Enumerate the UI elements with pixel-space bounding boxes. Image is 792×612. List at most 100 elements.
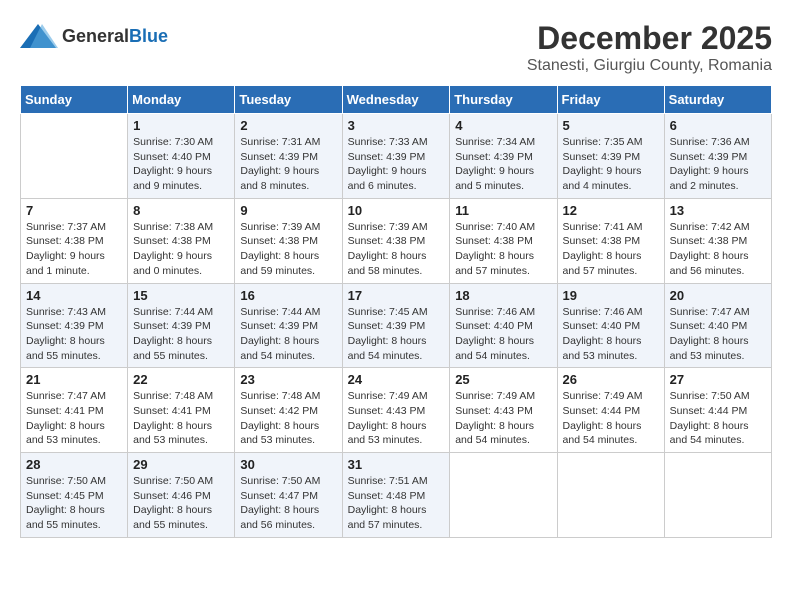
day-number: 9 bbox=[240, 203, 336, 218]
day-info: Sunrise: 7:34 AM Sunset: 4:39 PM Dayligh… bbox=[455, 135, 551, 194]
logo-blue: Blue bbox=[129, 26, 168, 46]
day-number: 13 bbox=[670, 203, 766, 218]
day-info: Sunrise: 7:48 AM Sunset: 4:42 PM Dayligh… bbox=[240, 389, 336, 448]
day-info: Sunrise: 7:50 AM Sunset: 4:44 PM Dayligh… bbox=[670, 389, 766, 448]
day-info: Sunrise: 7:50 AM Sunset: 4:45 PM Dayligh… bbox=[26, 474, 122, 533]
logo-icon bbox=[20, 20, 58, 52]
logo: GeneralBlue bbox=[20, 20, 168, 52]
day-number: 26 bbox=[563, 372, 659, 387]
day-info: Sunrise: 7:40 AM Sunset: 4:38 PM Dayligh… bbox=[455, 220, 551, 279]
calendar-header-wednesday: Wednesday bbox=[342, 86, 450, 114]
calendar-cell: 30Sunrise: 7:50 AM Sunset: 4:47 PM Dayli… bbox=[235, 453, 342, 538]
day-info: Sunrise: 7:44 AM Sunset: 4:39 PM Dayligh… bbox=[240, 305, 336, 364]
day-info: Sunrise: 7:51 AM Sunset: 4:48 PM Dayligh… bbox=[348, 474, 445, 533]
day-info: Sunrise: 7:44 AM Sunset: 4:39 PM Dayligh… bbox=[133, 305, 229, 364]
day-info: Sunrise: 7:38 AM Sunset: 4:38 PM Dayligh… bbox=[133, 220, 229, 279]
day-number: 3 bbox=[348, 118, 445, 133]
day-number: 8 bbox=[133, 203, 229, 218]
calendar-cell: 31 Sunrise: 7:51 AM Sunset: 4:48 PM Dayli… bbox=[342, 453, 450, 538]
calendar-cell bbox=[557, 453, 664, 538]
day-number: 28 bbox=[26, 457, 122, 472]
calendar-cell: 15 Sunrise: 7:44 AM Sunset: 4:39 PM Dayli… bbox=[128, 283, 235, 368]
day-number: 12 bbox=[563, 203, 659, 218]
calendar-cell: 25 Sunrise: 7:49 AM Sunset: 4:43 PM Dayli… bbox=[450, 368, 557, 453]
day-info: Sunrise: 7:31 AM Sunset: 4:39 PM Dayligh… bbox=[240, 135, 336, 194]
title-block: December 2025 Stanesti, Giurgiu County, … bbox=[527, 20, 772, 75]
day-info: Sunrise: 7:45 AM Sunset: 4:39 PM Dayligh… bbox=[348, 305, 445, 364]
day-info: Sunrise: 7:49 AM Sunset: 4:43 PM Dayligh… bbox=[348, 389, 445, 448]
day-number: 23 bbox=[240, 372, 336, 387]
day-number: 18 bbox=[455, 288, 551, 303]
day-info: Sunrise: 7:33 AM Sunset: 4:39 PM Dayligh… bbox=[348, 135, 445, 194]
day-number: 27 bbox=[670, 372, 766, 387]
calendar-cell: 11Sunrise: 7:40 AM Sunset: 4:38 PM Dayli… bbox=[450, 198, 557, 283]
calendar-cell: 13Sunrise: 7:42 AM Sunset: 4:38 PM Dayli… bbox=[664, 198, 771, 283]
calendar-header-thursday: Thursday bbox=[450, 86, 557, 114]
calendar-cell bbox=[664, 453, 771, 538]
day-info: Sunrise: 7:46 AM Sunset: 4:40 PM Dayligh… bbox=[455, 305, 551, 364]
day-number: 6 bbox=[670, 118, 766, 133]
calendar-cell: 26 Sunrise: 7:49 AM Sunset: 4:44 PM Dayli… bbox=[557, 368, 664, 453]
calendar-cell: 7Sunrise: 7:37 AM Sunset: 4:38 PM Daylig… bbox=[21, 198, 128, 283]
day-number: 14 bbox=[26, 288, 122, 303]
day-number: 31 bbox=[348, 457, 445, 472]
calendar-cell: 2 Sunrise: 7:31 AM Sunset: 4:39 PM Daylig… bbox=[235, 114, 342, 199]
day-info: Sunrise: 7:39 AM Sunset: 4:38 PM Dayligh… bbox=[240, 220, 336, 279]
calendar-cell: 1 Sunrise: 7:30 AM Sunset: 4:40 PM Daylig… bbox=[128, 114, 235, 199]
calendar-cell: 4Sunrise: 7:34 AM Sunset: 4:39 PM Daylig… bbox=[450, 114, 557, 199]
calendar-cell: 29Sunrise: 7:50 AM Sunset: 4:46 PM Dayli… bbox=[128, 453, 235, 538]
page-header: GeneralBlue December 2025 Stanesti, Giur… bbox=[20, 20, 772, 75]
day-number: 5 bbox=[563, 118, 659, 133]
day-info: Sunrise: 7:50 AM Sunset: 4:46 PM Dayligh… bbox=[133, 474, 229, 533]
day-info: Sunrise: 7:49 AM Sunset: 4:44 PM Dayligh… bbox=[563, 389, 659, 448]
calendar-cell: 6 Sunrise: 7:36 AM Sunset: 4:39 PM Daylig… bbox=[664, 114, 771, 199]
calendar-week-5: 28 Sunrise: 7:50 AM Sunset: 4:45 PM Dayli… bbox=[21, 453, 772, 538]
calendar-body: 1 Sunrise: 7:30 AM Sunset: 4:40 PM Daylig… bbox=[21, 114, 772, 538]
calendar-cell: 18 Sunrise: 7:46 AM Sunset: 4:40 PM Dayli… bbox=[450, 283, 557, 368]
calendar-header-row: SundayMondayTuesdayWednesdayThursdayFrid… bbox=[21, 86, 772, 114]
day-number: 7 bbox=[26, 203, 122, 218]
calendar-header-sunday: Sunday bbox=[21, 86, 128, 114]
calendar-cell: 28 Sunrise: 7:50 AM Sunset: 4:45 PM Dayli… bbox=[21, 453, 128, 538]
day-info: Sunrise: 7:36 AM Sunset: 4:39 PM Dayligh… bbox=[670, 135, 766, 194]
day-number: 1 bbox=[133, 118, 229, 133]
day-info: Sunrise: 7:41 AM Sunset: 4:38 PM Dayligh… bbox=[563, 220, 659, 279]
day-number: 24 bbox=[348, 372, 445, 387]
calendar-header-saturday: Saturday bbox=[664, 86, 771, 114]
calendar-week-4: 21Sunrise: 7:47 AM Sunset: 4:41 PM Dayli… bbox=[21, 368, 772, 453]
day-info: Sunrise: 7:47 AM Sunset: 4:40 PM Dayligh… bbox=[670, 305, 766, 364]
calendar-header-friday: Friday bbox=[557, 86, 664, 114]
month-title: December 2025 bbox=[527, 20, 772, 57]
logo-general: General bbox=[62, 26, 129, 46]
day-number: 21 bbox=[26, 372, 122, 387]
calendar-cell: 21Sunrise: 7:47 AM Sunset: 4:41 PM Dayli… bbox=[21, 368, 128, 453]
calendar-cell: 27 Sunrise: 7:50 AM Sunset: 4:44 PM Dayli… bbox=[664, 368, 771, 453]
calendar-cell: 12 Sunrise: 7:41 AM Sunset: 4:38 PM Dayli… bbox=[557, 198, 664, 283]
calendar-table: SundayMondayTuesdayWednesdayThursdayFrid… bbox=[20, 85, 772, 538]
day-number: 25 bbox=[455, 372, 551, 387]
day-number: 16 bbox=[240, 288, 336, 303]
day-info: Sunrise: 7:30 AM Sunset: 4:40 PM Dayligh… bbox=[133, 135, 229, 194]
day-info: Sunrise: 7:43 AM Sunset: 4:39 PM Dayligh… bbox=[26, 305, 122, 364]
calendar-cell: 20 Sunrise: 7:47 AM Sunset: 4:40 PM Dayli… bbox=[664, 283, 771, 368]
calendar-cell: 14 Sunrise: 7:43 AM Sunset: 4:39 PM Dayli… bbox=[21, 283, 128, 368]
calendar-cell: 9 Sunrise: 7:39 AM Sunset: 4:38 PM Daylig… bbox=[235, 198, 342, 283]
calendar-cell: 5Sunrise: 7:35 AM Sunset: 4:39 PM Daylig… bbox=[557, 114, 664, 199]
calendar-week-2: 7Sunrise: 7:37 AM Sunset: 4:38 PM Daylig… bbox=[21, 198, 772, 283]
day-info: Sunrise: 7:48 AM Sunset: 4:41 PM Dayligh… bbox=[133, 389, 229, 448]
day-number: 20 bbox=[670, 288, 766, 303]
day-number: 19 bbox=[563, 288, 659, 303]
day-info: Sunrise: 7:50 AM Sunset: 4:47 PM Dayligh… bbox=[240, 474, 336, 533]
calendar-cell bbox=[21, 114, 128, 199]
day-number: 10 bbox=[348, 203, 445, 218]
calendar-week-3: 14 Sunrise: 7:43 AM Sunset: 4:39 PM Dayli… bbox=[21, 283, 772, 368]
calendar-cell: 16 Sunrise: 7:44 AM Sunset: 4:39 PM Dayli… bbox=[235, 283, 342, 368]
day-info: Sunrise: 7:49 AM Sunset: 4:43 PM Dayligh… bbox=[455, 389, 551, 448]
calendar-cell bbox=[450, 453, 557, 538]
day-number: 15 bbox=[133, 288, 229, 303]
calendar-header-monday: Monday bbox=[128, 86, 235, 114]
day-number: 2 bbox=[240, 118, 336, 133]
day-number: 22 bbox=[133, 372, 229, 387]
day-info: Sunrise: 7:46 AM Sunset: 4:40 PM Dayligh… bbox=[563, 305, 659, 364]
calendar-week-1: 1 Sunrise: 7:30 AM Sunset: 4:40 PM Daylig… bbox=[21, 114, 772, 199]
